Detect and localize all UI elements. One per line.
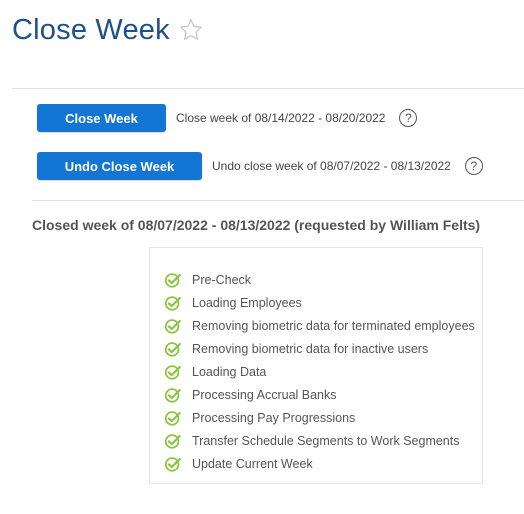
step-item: Pre-Check <box>164 268 475 291</box>
undo-close-week-row: Undo Close Week Undo close week of 08/07… <box>37 152 483 180</box>
step-item: Loading Data <box>164 360 475 383</box>
check-circle-icon <box>164 271 182 289</box>
step-label: Loading Employees <box>192 295 302 310</box>
close-week-button[interactable]: Close Week <box>37 104 166 132</box>
step-label: Loading Data <box>192 364 267 379</box>
step-item: Processing Pay Progressions <box>164 406 475 429</box>
star-icon[interactable] <box>178 17 204 43</box>
step-label: Removing biometric data for inactive use… <box>192 341 429 356</box>
step-item: Loading Employees <box>164 291 475 314</box>
check-circle-icon <box>164 386 182 404</box>
step-item: Removing biometric data for inactive use… <box>164 337 475 360</box>
page-title: Close Week <box>12 13 170 46</box>
close-week-description: Close week of 08/14/2022 - 08/20/2022 <box>176 111 386 125</box>
step-label: Processing Accrual Banks <box>192 387 337 402</box>
check-circle-icon <box>164 455 182 473</box>
check-circle-icon <box>164 363 182 381</box>
check-circle-icon <box>164 409 182 427</box>
step-item: Removing biometric data for terminated e… <box>164 314 475 337</box>
step-label: Processing Pay Progressions <box>192 410 356 425</box>
close-week-row: Close Week Close week of 08/14/2022 - 08… <box>37 104 418 132</box>
undo-close-week-description: Undo close week of 08/07/2022 - 08/13/20… <box>212 159 451 173</box>
step-label: Removing biometric data for terminated e… <box>192 318 475 333</box>
close-week-help-icon[interactable]: ? <box>399 109 418 127</box>
header-divider <box>12 88 524 89</box>
check-circle-icon <box>164 432 182 450</box>
step-item: Processing Accrual Banks <box>164 383 475 406</box>
step-item: Update Current Week <box>164 452 475 475</box>
actions-divider <box>32 200 524 201</box>
steps-panel: Pre-Check Loading Employees Removing biome… <box>149 247 483 484</box>
step-list: Pre-Check Loading Employees Removing biome… <box>164 268 475 475</box>
step-label: Transfer Schedule Segments to Work Segme… <box>192 433 460 448</box>
page-header: Close Week <box>12 10 204 50</box>
check-circle-icon <box>164 294 182 312</box>
step-label: Pre-Check <box>192 272 252 287</box>
check-circle-icon <box>164 317 182 335</box>
undo-close-week-button[interactable]: Undo Close Week <box>37 152 202 180</box>
check-circle-icon <box>164 340 182 358</box>
step-item: Transfer Schedule Segments to Work Segme… <box>164 429 475 452</box>
status-heading: Closed week of 08/07/2022 - 08/13/2022 (… <box>32 217 481 233</box>
undo-close-week-help-icon[interactable]: ? <box>464 157 483 175</box>
step-label: Update Current Week <box>192 456 313 471</box>
